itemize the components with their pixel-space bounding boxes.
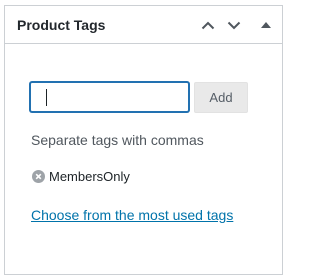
chevron-down-icon	[227, 21, 241, 29]
triangle-up-icon	[261, 22, 271, 28]
metabox-header: Product Tags	[5, 6, 282, 44]
tags-hint: Separate tags with commas	[31, 132, 204, 148]
toggle-panel-button[interactable]	[255, 14, 277, 36]
text-cursor	[46, 89, 47, 106]
tag-item: MembersOnly	[31, 167, 130, 185]
tag-label: MembersOnly	[49, 168, 130, 184]
move-up-button[interactable]	[197, 14, 219, 36]
new-tag-input[interactable]	[30, 82, 189, 112]
chevron-up-icon	[201, 21, 215, 29]
remove-circle-icon	[31, 169, 45, 183]
move-down-button[interactable]	[223, 14, 245, 36]
metabox-title: Product Tags	[17, 17, 106, 33]
remove-tag-button[interactable]	[31, 169, 45, 183]
add-tag-button[interactable]: Add	[194, 82, 248, 113]
most-used-tags-link[interactable]: Choose from the most used tags	[31, 206, 233, 224]
